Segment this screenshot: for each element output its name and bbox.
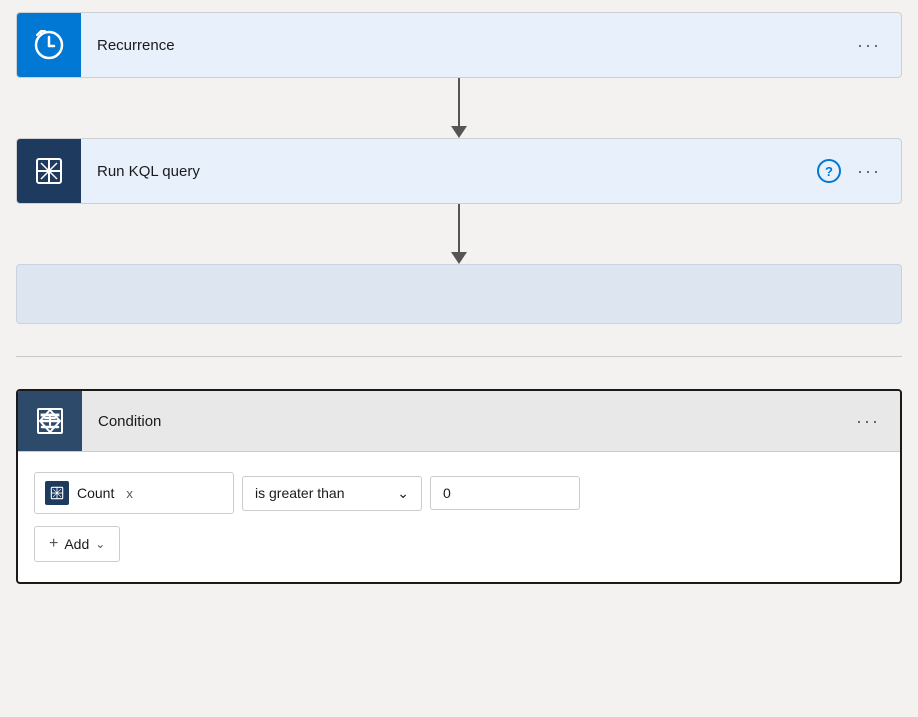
kql-actions: ? ··· bbox=[817, 157, 901, 186]
condition-actions: ··· bbox=[852, 407, 900, 436]
kql-help-button[interactable]: ? bbox=[817, 159, 841, 183]
chevron-down-icon: ⌄ bbox=[397, 485, 409, 502]
condition-header: Condition ··· bbox=[18, 391, 900, 452]
add-condition-button[interactable]: + Add ⌄ bbox=[34, 526, 120, 562]
condition-operator-dropdown[interactable]: is greater than ⌄ bbox=[242, 476, 422, 511]
kql-icon-svg bbox=[33, 155, 65, 187]
kql-title: Run KQL query bbox=[81, 163, 817, 180]
clock-icon-svg bbox=[33, 29, 65, 61]
recurrence-actions: ··· bbox=[853, 31, 901, 60]
arrow-line-2 bbox=[458, 204, 460, 252]
recurrence-more-button[interactable]: ··· bbox=[853, 31, 885, 60]
arrow-1 bbox=[451, 78, 467, 138]
condition-more-button[interactable]: ··· bbox=[852, 407, 884, 436]
recurrence-title: Recurrence bbox=[81, 37, 853, 54]
add-chevron-icon: ⌄ bbox=[95, 537, 105, 551]
plus-icon: + bbox=[49, 535, 58, 553]
arrow-head-2 bbox=[451, 252, 467, 264]
add-label: Add bbox=[64, 536, 89, 552]
arrow-head-1 bbox=[451, 126, 467, 138]
arrow-2 bbox=[451, 204, 467, 264]
recurrence-icon bbox=[17, 13, 81, 77]
condition-field[interactable]: Count x bbox=[34, 472, 234, 514]
arrow-line-1 bbox=[458, 78, 460, 126]
condition-body: Count x is greater than ⌄ 0 + Add ⌄ bbox=[18, 452, 900, 582]
condition-card: Condition ··· bbox=[16, 389, 902, 584]
condition-value-input[interactable]: 0 bbox=[430, 476, 580, 510]
condition-field-label: Count bbox=[77, 485, 114, 501]
condition-field-remove[interactable]: x bbox=[126, 486, 133, 501]
condition-icon bbox=[18, 391, 82, 451]
kql-more-button[interactable]: ··· bbox=[853, 157, 885, 186]
recurrence-step: Recurrence ··· bbox=[16, 12, 902, 78]
condition-icon-svg bbox=[34, 405, 66, 437]
field-icon bbox=[45, 481, 69, 505]
condition-title: Condition bbox=[82, 413, 852, 430]
kql-step: Run KQL query ? ··· bbox=[16, 138, 902, 204]
blank-step-area bbox=[16, 264, 902, 324]
condition-operator-label: is greater than bbox=[255, 485, 345, 501]
condition-row: Count x is greater than ⌄ 0 bbox=[34, 472, 884, 514]
divider-1 bbox=[16, 356, 902, 357]
kql-icon bbox=[17, 139, 81, 203]
flow-canvas: Recurrence ··· Run KQL query ? ··· bbox=[16, 12, 902, 584]
field-kql-icon bbox=[50, 486, 64, 500]
